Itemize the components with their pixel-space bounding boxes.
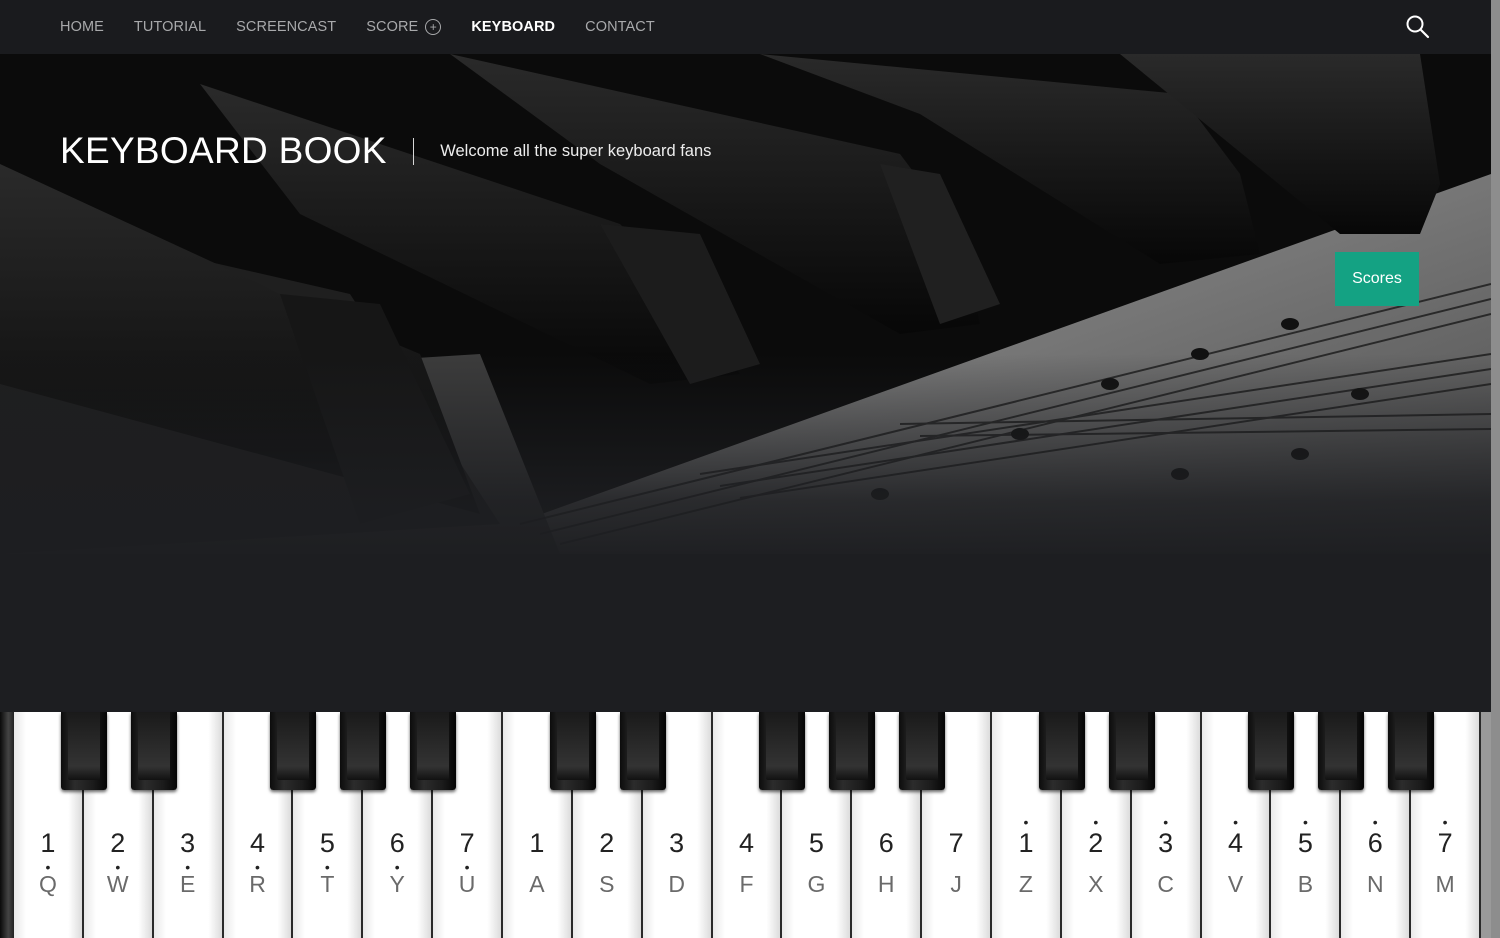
piano-black-key[interactable] — [270, 712, 317, 790]
key-letter-label: F — [739, 871, 754, 897]
piano-black-key[interactable] — [1388, 712, 1435, 790]
key-letter-label: T — [320, 871, 335, 897]
nav-keyboard-label: KEYBOARD — [471, 19, 556, 35]
piano-black-key[interactable] — [899, 712, 946, 790]
key-note-number: 5 — [808, 828, 824, 858]
key-note-number: 2 — [599, 828, 615, 858]
key-note-number: 4 — [1228, 828, 1244, 858]
key-letter-label: N — [1366, 871, 1384, 897]
nav-screencast-label: SCREENCAST — [236, 19, 337, 35]
piano-black-key[interactable] — [130, 712, 177, 790]
key-note-number: 3 — [1158, 828, 1174, 858]
nav-score[interactable]: SCORE + — [366, 19, 442, 35]
octave-dot-above: • — [1163, 814, 1169, 830]
piano-black-key[interactable] — [60, 712, 107, 790]
nav-contact-label: CONTACT — [585, 19, 655, 35]
hero-section: KEYBOARD BOOK Welcome all the super keyb… — [0, 54, 1491, 714]
key-note-number: 2 — [110, 828, 126, 858]
piano-black-key[interactable] — [549, 712, 596, 790]
title-divider — [412, 137, 415, 165]
brand-header: KEYBOARD BOOK Welcome all the super keyb… — [60, 130, 711, 172]
keyboard-left-edge — [0, 712, 14, 938]
key-note-number: 3 — [180, 828, 196, 858]
key-note-number: 6 — [1367, 828, 1383, 858]
nav-home[interactable]: HOME — [60, 19, 104, 35]
key-letter-label: X — [1088, 871, 1104, 897]
octave-dot-above: • — [1302, 814, 1308, 830]
nav-home-label: HOME — [60, 19, 104, 35]
key-note-number: 4 — [249, 828, 266, 858]
site-title[interactable]: KEYBOARD BOOK — [60, 130, 387, 172]
key-note-number: 5 — [1297, 828, 1313, 858]
key-letter-label: B — [1297, 871, 1314, 897]
key-note-number: 4 — [739, 828, 755, 858]
key-letter-label: E — [179, 871, 196, 897]
keyboard-right-edge — [1481, 712, 1491, 938]
piano-black-key[interactable] — [619, 712, 666, 790]
key-letter-label: M — [1435, 871, 1455, 897]
piano-keyboard: 1 • Q 2 • W 3 • E 4 • R 5 • T 6 • Y 7 • U 1 A 2 S 3 D 4 F 5 G 6 H 7 J • 1 Z • 2… — [0, 712, 1491, 938]
key-letter-label: Y — [389, 871, 405, 897]
key-letter-label: V — [1227, 871, 1244, 897]
key-letter-label: Q — [38, 871, 57, 897]
scores-button[interactable]: Scores — [1335, 252, 1419, 306]
piano-black-key[interactable] — [1248, 712, 1295, 790]
nav-tutorial[interactable]: TUTORIAL — [134, 19, 206, 35]
octave-dot-above: • — [1233, 814, 1238, 830]
key-letter-label: H — [877, 871, 895, 897]
site-tagline: Welcome all the super keyboard fans — [440, 141, 712, 160]
plus-circle-icon[interactable]: + — [425, 19, 442, 35]
page: HOME TUTORIAL SCREENCAST SCORE + KEYBOAR… — [0, 0, 1500, 938]
nav-keyboard[interactable]: KEYBOARD — [471, 19, 555, 35]
key-note-number: 2 — [1088, 828, 1104, 858]
key-letter-label: R — [249, 871, 266, 897]
scrollbar-gutter[interactable] — [1491, 0, 1500, 938]
key-letter-label: Z — [1018, 871, 1033, 897]
piano-black-key[interactable] — [340, 712, 387, 790]
key-note-number: 5 — [319, 828, 335, 858]
key-letter-label: C — [1157, 871, 1174, 897]
key-letter-label: D — [668, 871, 685, 897]
key-note-number: 7 — [948, 828, 964, 858]
key-letter-label: W — [106, 871, 129, 897]
piano-black-key[interactable] — [829, 712, 876, 790]
nav-score-label: SCORE — [366, 19, 419, 35]
octave-dot-above: • — [1372, 814, 1378, 830]
key-note-number: 1 — [529, 828, 545, 858]
key-note-number: 6 — [389, 828, 405, 858]
octave-dot-above: • — [1023, 814, 1029, 830]
search-icon[interactable] — [1405, 14, 1431, 40]
piano-black-key[interactable] — [1038, 712, 1085, 790]
key-note-number: 1 — [1018, 828, 1034, 858]
key-letter-label: U — [458, 871, 476, 897]
piano-black-key[interactable] — [1108, 712, 1155, 790]
nav-tutorial-label: TUTORIAL — [133, 19, 207, 35]
key-note-number: 6 — [878, 828, 894, 858]
octave-dot-above: • — [1442, 814, 1448, 830]
key-letter-label: S — [599, 871, 615, 897]
scores-button-label: Scores — [1352, 270, 1402, 287]
piano-black-key[interactable] — [410, 712, 457, 790]
octave-dot-above: • — [1093, 814, 1099, 830]
key-note-number: 7 — [459, 828, 475, 858]
key-letter-label: J — [950, 871, 962, 897]
piano-black-key[interactable] — [1318, 712, 1365, 790]
key-letter-label: G — [807, 871, 826, 897]
key-note-number: 3 — [669, 828, 685, 858]
top-navbar: HOME TUTORIAL SCREENCAST SCORE + KEYBOAR… — [0, 0, 1491, 54]
key-note-number: 1 — [40, 828, 56, 858]
hero-fade-overlay — [0, 354, 1491, 564]
piano-black-key[interactable] — [759, 712, 806, 790]
key-note-number: 7 — [1437, 828, 1453, 858]
key-letter-label: A — [529, 871, 545, 897]
nav-contact[interactable]: CONTACT — [585, 19, 655, 35]
nav-screencast[interactable]: SCREENCAST — [236, 19, 336, 35]
